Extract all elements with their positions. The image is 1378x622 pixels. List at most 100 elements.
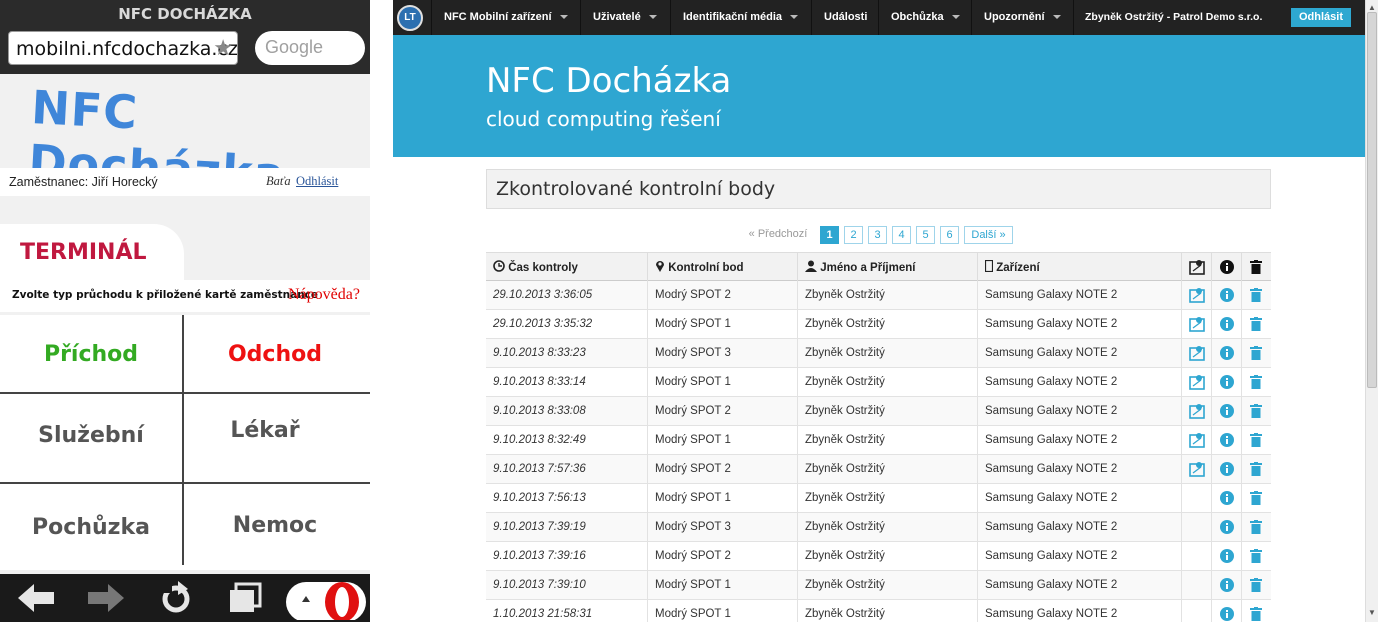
cell-map — [1182, 368, 1212, 396]
scrollbar-thumb[interactable] — [1367, 12, 1377, 388]
map-icon[interactable] — [1189, 432, 1205, 448]
business-button[interactable]: Služební — [0, 394, 182, 482]
scroll-up-icon[interactable]: ▲ — [1368, 3, 1376, 12]
info-icon[interactable] — [1220, 346, 1234, 360]
col-checkpoint-label: Kontrolní bod — [668, 262, 744, 274]
nav-id-media[interactable]: Identifikační média — [670, 0, 810, 35]
trash-icon[interactable] — [1250, 549, 1262, 563]
info-icon[interactable] — [1220, 462, 1234, 476]
trash-icon[interactable] — [1250, 520, 1262, 534]
map-icon[interactable] — [1189, 461, 1205, 477]
info-icon[interactable] — [1220, 375, 1234, 389]
cell-info — [1212, 484, 1242, 512]
map-icon[interactable] — [1189, 374, 1205, 390]
cell-name: Zbyněk Ostržitý — [798, 513, 978, 541]
info-icon[interactable] — [1220, 520, 1234, 534]
grid-divider — [182, 315, 184, 565]
trash-icon[interactable] — [1250, 404, 1262, 418]
map-icon — [1189, 260, 1205, 275]
url-field[interactable]: mobilni.nfcdochazka.cz ★ — [8, 31, 238, 65]
instruction-text: Zvolte typ průchodu k přiložené kartě za… — [12, 289, 319, 301]
sickness-button[interactable]: Nemoc — [184, 484, 366, 565]
info-icon[interactable] — [1220, 549, 1234, 563]
info-icon[interactable] — [1220, 491, 1234, 505]
doctor-button[interactable]: Lékař — [184, 394, 366, 482]
page-link[interactable]: 2 — [844, 226, 863, 244]
trash-icon[interactable] — [1250, 317, 1262, 331]
table-row: 9.10.2013 7:57:36 Modrý SPOT 2 Zbyněk Ostr… — [486, 455, 1271, 484]
errand-button[interactable]: Pochůzka — [0, 484, 182, 565]
pagination-prev[interactable]: « Předchozí — [744, 226, 812, 244]
trash-icon[interactable] — [1250, 433, 1262, 447]
col-device[interactable]: Zařízení — [978, 253, 1182, 281]
nav-alerts[interactable]: Upozornění — [971, 0, 1074, 35]
cell-map — [1182, 281, 1212, 309]
cell-time: 9.10.2013 8:33:23 — [486, 339, 648, 367]
opera-icon[interactable] — [286, 576, 366, 620]
info-icon[interactable] — [1220, 578, 1234, 592]
logout-button[interactable]: Odhlásit — [1291, 8, 1352, 27]
cell-delete — [1242, 339, 1271, 367]
info-icon[interactable] — [1220, 317, 1234, 331]
help-link[interactable]: Nápověda? — [288, 286, 360, 304]
nav-mobile-devices-label: NFC Mobilní zařízení — [444, 11, 552, 23]
hero-banner: NFC Docházka cloud computing řešení — [393, 35, 1365, 157]
info-icon[interactable] — [1220, 404, 1234, 418]
pagination-next[interactable]: Další » — [964, 226, 1013, 244]
reload-icon[interactable] — [158, 581, 194, 615]
map-icon[interactable] — [1189, 316, 1205, 332]
search-field[interactable]: Google — [255, 31, 365, 65]
col-checkpoint[interactable]: Kontrolní bod — [648, 253, 798, 281]
cell-map — [1182, 339, 1212, 367]
section-header: Zkontrolované kontrolní body — [486, 169, 1271, 209]
trash-icon[interactable] — [1250, 462, 1262, 476]
tabs-icon[interactable] — [228, 582, 264, 614]
page-link[interactable]: 5 — [916, 226, 935, 244]
arrival-button[interactable]: Příchod — [0, 315, 182, 392]
brand-logo[interactable]: LT — [397, 5, 423, 31]
col-time[interactable]: Čas kontroly — [486, 253, 648, 281]
nav-users[interactable]: Uživatelé — [580, 0, 669, 35]
bookmark-star-icon[interactable]: ★ — [213, 35, 233, 61]
info-icon[interactable] — [1220, 288, 1234, 302]
page-link[interactable]: 6 — [940, 226, 959, 244]
cell-checkpoint: Modrý SPOT 3 — [648, 339, 798, 367]
trash-icon[interactable] — [1250, 375, 1262, 389]
departure-label: Odchod — [227, 342, 322, 367]
col-name[interactable]: Jméno a Příjmení — [798, 253, 978, 281]
map-icon[interactable] — [1189, 287, 1205, 303]
info-icon[interactable] — [1220, 607, 1234, 621]
page-link[interactable]: 4 — [892, 226, 911, 244]
trash-icon[interactable] — [1250, 607, 1262, 621]
page-scrollbar[interactable]: ▲ ▼ — [1365, 0, 1378, 622]
page-link[interactable]: 1 — [820, 226, 839, 244]
cell-checkpoint: Modrý SPOT 1 — [648, 571, 798, 599]
user-bar: Zaměstnanec: Jiří Horecký Baťa Odhlásit — [0, 168, 370, 196]
info-icon[interactable] — [1220, 433, 1234, 447]
cell-checkpoint: Modrý SPOT 2 — [648, 455, 798, 483]
cell-time: 1.10.2013 21:58:31 — [486, 600, 648, 622]
cell-delete — [1242, 571, 1271, 599]
departure-button[interactable]: Odchod — [184, 315, 366, 392]
trash-icon[interactable] — [1250, 578, 1262, 592]
trash-icon — [1250, 260, 1262, 274]
trash-icon[interactable] — [1250, 491, 1262, 505]
nav-patrol[interactable]: Obchůzka — [878, 0, 972, 35]
trash-icon[interactable] — [1250, 346, 1262, 360]
back-arrow-icon[interactable] — [16, 582, 56, 614]
nav-mobile-devices[interactable]: NFC Mobilní zařízení — [431, 0, 580, 35]
business-label: Služební — [38, 423, 144, 448]
chevron-down-icon — [648, 15, 657, 20]
page-link[interactable]: 3 — [868, 226, 887, 244]
map-icon[interactable] — [1189, 345, 1205, 361]
trash-icon[interactable] — [1250, 288, 1262, 302]
forward-arrow-icon[interactable] — [86, 582, 126, 614]
page-title: Zkontrolované kontrolní body — [496, 178, 776, 200]
logout-link[interactable]: Odhlásit — [296, 174, 338, 189]
scroll-down-icon[interactable]: ▼ — [1368, 608, 1376, 617]
cell-delete — [1242, 455, 1271, 483]
info-icon — [1220, 260, 1234, 274]
nav-events[interactable]: Události — [811, 0, 879, 35]
map-icon[interactable] — [1189, 403, 1205, 419]
tab-terminal[interactable]: TERMINÁL — [0, 224, 184, 282]
